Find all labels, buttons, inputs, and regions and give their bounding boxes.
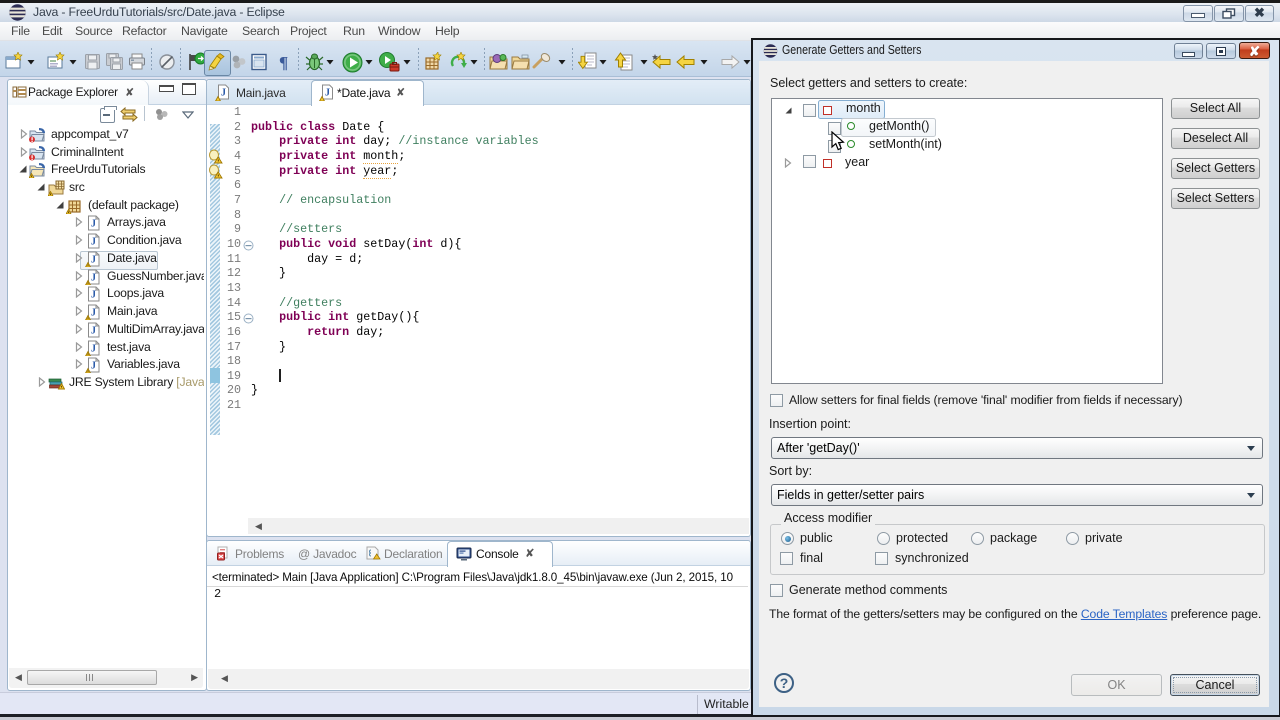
svg-text:J: J: [91, 308, 96, 319]
svg-text:J: J: [91, 255, 96, 266]
svg-text:J: J: [91, 326, 96, 337]
svg-text:J: J: [325, 88, 330, 99]
svg-text:J: J: [91, 219, 96, 230]
svg-text:J: J: [221, 88, 226, 99]
svg-text:J: J: [91, 273, 96, 284]
svg-text:¶: ¶: [279, 53, 288, 72]
svg-text:J: J: [91, 290, 96, 301]
svg-text:J: J: [91, 361, 96, 372]
svg-text:J: J: [91, 237, 96, 248]
svg-text:J: J: [91, 344, 96, 355]
